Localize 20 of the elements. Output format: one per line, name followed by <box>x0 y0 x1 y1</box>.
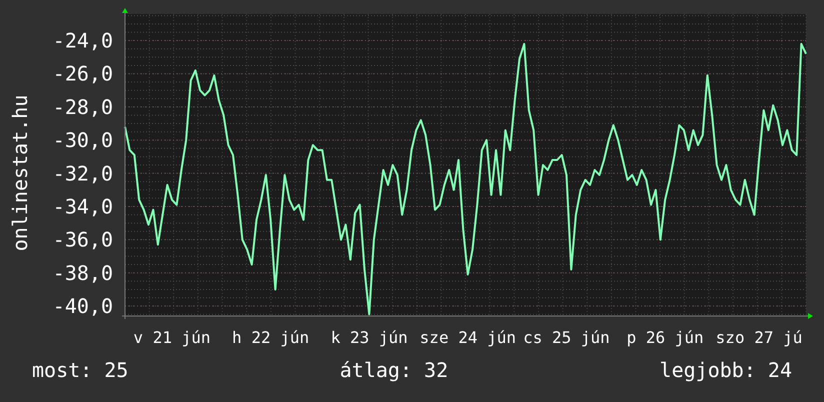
x-tick-label: v 21 jún <box>133 328 210 347</box>
y-tick-label: -38,0 <box>52 260 113 285</box>
stat-text: átlag: 32 <box>340 358 448 382</box>
y-tick-label: -32,0 <box>52 161 113 186</box>
x-tick-label: k 23 jún <box>330 328 408 347</box>
y-tick-label: -36,0 <box>52 228 113 252</box>
y-tick-label: -30,0 <box>52 128 113 152</box>
x-tick-label: p 26 jún <box>626 328 704 347</box>
y-axis-title: onlinestat.hu <box>8 94 32 252</box>
stat-text: legjobb: 24 <box>660 358 792 382</box>
y-tick-label: -26,0 <box>52 62 113 86</box>
y-tick-label: -40,0 <box>52 294 113 318</box>
y-tick-label: -28,0 <box>52 94 113 119</box>
stat-text: most: 25 <box>32 358 128 382</box>
y-tick-label: -34,0 <box>52 194 113 218</box>
x-tick-label: szo 27 jú <box>716 328 802 347</box>
x-tick-label: h 22 jún <box>232 328 310 347</box>
x-tick-label: sze 24 jún <box>420 328 516 347</box>
y-tick-label: -24,0 <box>52 28 113 53</box>
x-tick-label: cs 25 jún <box>523 328 610 347</box>
